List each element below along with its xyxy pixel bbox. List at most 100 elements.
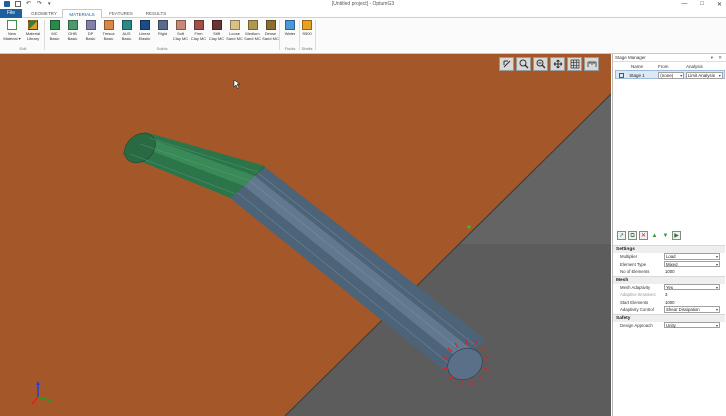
property-select[interactable]: Shear Dissipation ▾ — [664, 306, 720, 313]
property-label: Adaptivity Control — [620, 307, 654, 312]
material-swatch — [229, 20, 240, 30]
property-value-field: 3 — [665, 292, 668, 297]
delete-stage-icon[interactable]: ✕ — [639, 231, 648, 240]
viewport-toolbar — [499, 57, 599, 71]
tab-results[interactable]: RESULTS — [140, 9, 172, 18]
select-arrow-icon[interactable] — [499, 57, 514, 71]
ribbon-separator — [315, 20, 316, 50]
shells-group-label: Shells — [301, 46, 313, 51]
stage-toolbar: ↗ ⧉ ✕ ▲ ▼ ▶ — [617, 231, 681, 240]
material-swatch — [139, 20, 150, 30]
material-button-loose-sand-mc[interactable]: Loose Sand MC — [226, 20, 243, 41]
3d-viewport[interactable] — [0, 54, 611, 416]
material-button-stiff-clay-mc[interactable]: Stiff Clay MC — [208, 20, 225, 41]
stage-arrow-icon — [619, 73, 624, 79]
material-swatch — [103, 20, 114, 30]
material-button-aus-basic[interactable]: AUS Basic — [118, 20, 135, 41]
material-button-firm-clay-mc[interactable]: Firm Clay MC — [190, 20, 207, 41]
material-swatch — [121, 20, 132, 30]
property-row: Adaptive Iterations 3 — [613, 291, 725, 299]
add-stage-icon[interactable]: ↗ — [617, 231, 626, 240]
panel-window-buttons[interactable]: ▾ ✕ — [711, 54, 724, 62]
chevron-down-icon: ▾ — [715, 254, 718, 259]
column-header-name[interactable]: Name — [615, 63, 658, 70]
ribbon-tab-bar: File GEOMETRY MATERIALS FEATURES RESULTS — [0, 9, 726, 18]
material-button-soft-clay-mc[interactable]: Soft Clay MC — [172, 20, 189, 41]
property-row: Element Type Mixed ▾ — [613, 260, 725, 269]
copy-stage-icon[interactable]: ⧉ — [628, 231, 637, 240]
close-button[interactable]: ✕ — [717, 1, 722, 8]
tab-file[interactable]: File — [0, 9, 22, 18]
material-swatch — [67, 20, 78, 30]
material-swatch — [49, 20, 60, 30]
stage-table-header: Name From Analysis — [615, 63, 725, 70]
material-button-tresca-basic[interactable]: Tresca Basic — [100, 20, 117, 41]
property-row: Multiplier Load ▾ — [613, 253, 725, 261]
run-icon[interactable]: ▶ — [672, 231, 681, 240]
tab-geometry[interactable]: GEOMETRY — [26, 9, 62, 18]
section-header-settings[interactable]: Settings — [613, 245, 725, 253]
grid-icon[interactable] — [567, 57, 582, 71]
edit-group-label: Edit — [19, 46, 27, 51]
section-header-mesh[interactable]: Mesh — [613, 275, 725, 284]
zoom-window-icon[interactable] — [533, 57, 548, 71]
property-select[interactable]: Yes ▾ — [664, 283, 720, 290]
material-swatch — [211, 20, 222, 30]
material-button-ghb-basic[interactable]: GHB Basic — [64, 20, 81, 41]
section-header-safety[interactable]: Safety — [613, 313, 725, 322]
chevron-down-icon: ▾ — [715, 261, 718, 267]
property-select[interactable]: Load ▾ — [664, 253, 720, 260]
new-material-button[interactable]: New Material ▾ — [3, 20, 21, 41]
property-select[interactable]: Mixed ▾ — [664, 260, 720, 267]
column-header-analysis[interactable]: Analysis — [686, 63, 725, 70]
model-scene[interactable] — [0, 54, 611, 416]
fluids-group-label: Fluids — [284, 46, 296, 51]
material-button-rigid[interactable]: Rigid — [154, 20, 171, 37]
chevron-down-icon: ▾ — [718, 73, 721, 78]
property-label: Start Elements — [620, 299, 649, 305]
zoom-icon[interactable] — [516, 57, 531, 71]
property-row: Design Approach Unity ▾ — [613, 321, 725, 330]
ruler-icon[interactable] — [584, 57, 599, 71]
solids-group-label: Solids — [156, 46, 168, 51]
move-up-icon[interactable]: ▲ — [650, 231, 659, 240]
material-button-water[interactable]: Water — [283, 20, 297, 37]
material-button-mc-basic[interactable]: MC Basic — [46, 20, 63, 41]
property-label: Multiplier — [620, 254, 638, 259]
stage-manager-title: Stage Manager — [615, 55, 646, 60]
property-select[interactable]: Unity ▾ — [664, 321, 720, 328]
minimize-button[interactable]: — — [681, 1, 687, 8]
tab-features[interactable]: FEATURES — [104, 9, 138, 18]
material-button-s500[interactable]: S500 — [300, 20, 314, 37]
material-swatch — [247, 20, 258, 30]
ribbon: New Material ▾ Material Library Edit MC B… — [0, 18, 726, 54]
pan-icon[interactable] — [550, 57, 565, 71]
material-button-dp-basic[interactable]: DP Basic — [82, 20, 99, 41]
stage-name-cell[interactable]: Stage 1 — [616, 71, 658, 79]
material-library-button[interactable]: Material Library — [24, 20, 42, 41]
property-label: Design Approach — [620, 322, 653, 328]
material-button-medium-sand-mc[interactable]: Medium Sand MC — [244, 20, 261, 41]
maximize-button[interactable]: □ — [700, 1, 704, 8]
water-swatch — [285, 20, 295, 30]
move-down-icon[interactable]: ▼ — [661, 231, 670, 240]
material-library-icon — [28, 20, 38, 30]
axis-triad — [30, 381, 60, 409]
ribbon-separator — [44, 20, 45, 50]
property-label: No of Elements — [620, 269, 650, 274]
stage-manager-header: Stage Manager ▾ ✕ — [613, 54, 726, 62]
property-row: No of Elements 1000 — [613, 268, 725, 276]
material-button-linear-elastic[interactable]: Linear Elastic — [136, 20, 153, 41]
property-value-field[interactable]: 1000 — [664, 269, 720, 276]
material-button-dense-sand-mc[interactable]: Dense Sand MC — [262, 20, 279, 41]
column-header-from[interactable]: From — [658, 63, 686, 70]
chevron-down-icon: ▾ — [680, 73, 683, 78]
material-swatch — [157, 20, 168, 30]
stage-analysis-select[interactable]: Limit Analysis ▾ — [685, 72, 723, 79]
property-label: Adaptive Iterations — [620, 292, 656, 297]
window-title: [Untitled project] - OptumG3 — [331, 1, 395, 7]
chevron-down-icon: ▾ — [715, 322, 718, 328]
tab-materials[interactable]: MATERIALS — [62, 9, 102, 18]
stage-from-select[interactable]: (none) ▾ — [658, 72, 685, 79]
stage-row[interactable]: Stage 1 (none) ▾ Limit Analysis ▾ — [615, 70, 725, 79]
